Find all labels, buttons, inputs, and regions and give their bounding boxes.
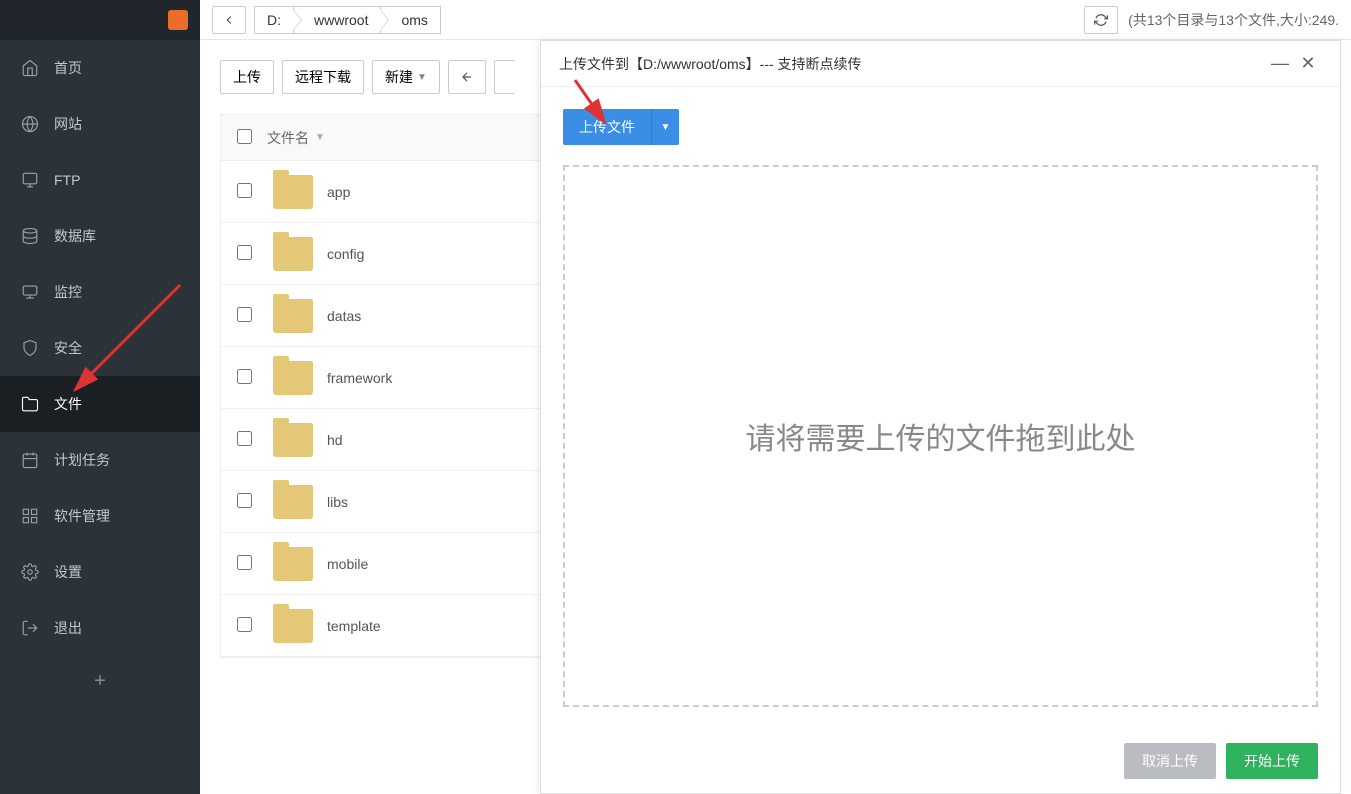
breadcrumb-segment[interactable]: oms bbox=[380, 6, 440, 34]
file-name: hd bbox=[327, 432, 343, 448]
file-name: config bbox=[327, 246, 364, 262]
modal-body: 上传文件 ▼ 请将需要上传的文件拖到此处 bbox=[541, 87, 1340, 729]
shield-icon bbox=[20, 338, 40, 358]
logo-icon bbox=[168, 10, 188, 30]
sidebar-item-label: 安全 bbox=[54, 338, 82, 358]
cancel-upload-button[interactable]: 取消上传 bbox=[1124, 743, 1216, 779]
drop-zone[interactable]: 请将需要上传的文件拖到此处 bbox=[563, 165, 1318, 707]
upload-button[interactable]: 上传 bbox=[220, 60, 274, 94]
sidebar-item-monitor[interactable]: 监控 bbox=[0, 264, 200, 320]
sidebar-item-label: 网站 bbox=[54, 114, 82, 134]
folder-icon bbox=[273, 485, 313, 519]
upload-file-button[interactable]: 上传文件 bbox=[563, 109, 651, 145]
database-icon bbox=[20, 226, 40, 246]
sidebar-item-home[interactable]: 首页 bbox=[0, 40, 200, 96]
sidebar-item-label: FTP bbox=[54, 172, 80, 188]
row-checkbox[interactable] bbox=[237, 555, 252, 570]
row-checkbox[interactable] bbox=[237, 617, 252, 632]
breadcrumb-bar: D:wwwrootoms (共13个目录与13个文件,大小:249. bbox=[200, 0, 1351, 40]
calendar-icon bbox=[20, 450, 40, 470]
minimize-button[interactable]: — bbox=[1266, 50, 1294, 78]
sidebar-item-label: 首页 bbox=[54, 58, 82, 78]
folder-icon bbox=[273, 299, 313, 333]
sidebar-item-globe[interactable]: 网站 bbox=[0, 96, 200, 152]
ftp-icon bbox=[20, 170, 40, 190]
toolbar-extra-button[interactable] bbox=[494, 60, 514, 94]
refresh-button[interactable] bbox=[1084, 6, 1118, 34]
sidebar-item-label: 设置 bbox=[54, 562, 82, 582]
row-checkbox[interactable] bbox=[237, 493, 252, 508]
sidebar-item-folder[interactable]: 文件 bbox=[0, 376, 200, 432]
monitor-icon bbox=[20, 282, 40, 302]
row-checkbox[interactable] bbox=[237, 431, 252, 446]
upload-modal: 上传文件到【D:/wwwroot/oms】--- 支持断点续传 — ✕ 上传文件… bbox=[540, 40, 1341, 794]
breadcrumb-status: (共13个目录与13个文件,大小:249. bbox=[1128, 10, 1339, 30]
sidebar-item-label: 文件 bbox=[54, 394, 82, 414]
folder-icon bbox=[273, 237, 313, 271]
close-button[interactable]: ✕ bbox=[1294, 50, 1322, 78]
sidebar-add-button[interactable]: + bbox=[0, 656, 200, 707]
sidebar-item-label: 退出 bbox=[54, 618, 82, 638]
breadcrumb-segment[interactable]: wwwroot bbox=[293, 6, 381, 34]
folder-icon bbox=[273, 361, 313, 395]
folder-icon bbox=[273, 547, 313, 581]
gear-icon bbox=[20, 562, 40, 582]
sidebar-item-label: 软件管理 bbox=[54, 506, 110, 526]
sidebar-item-label: 数据库 bbox=[54, 226, 96, 246]
row-checkbox[interactable] bbox=[237, 369, 252, 384]
folder-icon bbox=[273, 423, 313, 457]
folder-icon bbox=[20, 394, 40, 414]
exit-icon bbox=[20, 618, 40, 638]
new-menu-button[interactable]: 新建▼ bbox=[372, 60, 440, 94]
sidebar-item-database[interactable]: 数据库 bbox=[0, 208, 200, 264]
folder-icon bbox=[273, 175, 313, 209]
select-all-checkbox[interactable] bbox=[237, 129, 252, 144]
home-icon bbox=[20, 58, 40, 78]
globe-icon bbox=[20, 114, 40, 134]
toolbar-back-button[interactable] bbox=[448, 60, 486, 94]
modal-header: 上传文件到【D:/wwwroot/oms】--- 支持断点续传 — ✕ bbox=[541, 41, 1340, 87]
row-checkbox[interactable] bbox=[237, 245, 252, 260]
sidebar-item-shield[interactable]: 安全 bbox=[0, 320, 200, 376]
sidebar-header bbox=[0, 0, 200, 40]
sidebar-item-calendar[interactable]: 计划任务 bbox=[0, 432, 200, 488]
modal-footer: 取消上传 开始上传 bbox=[541, 729, 1340, 793]
row-checkbox[interactable] bbox=[237, 183, 252, 198]
modal-title: 上传文件到【D:/wwwroot/oms】--- 支持断点续传 bbox=[559, 54, 1266, 74]
breadcrumb-segment[interactable]: D: bbox=[254, 6, 294, 34]
file-name: app bbox=[327, 184, 350, 200]
file-name: template bbox=[327, 618, 381, 634]
file-name: libs bbox=[327, 494, 348, 510]
file-name: mobile bbox=[327, 556, 368, 572]
sidebar-item-apps[interactable]: 软件管理 bbox=[0, 488, 200, 544]
upload-file-dropdown[interactable]: ▼ bbox=[651, 109, 679, 145]
remote-download-button[interactable]: 远程下载 bbox=[282, 60, 364, 94]
sidebar-item-exit[interactable]: 退出 bbox=[0, 600, 200, 656]
sidebar-item-label: 计划任务 bbox=[54, 450, 110, 470]
apps-icon bbox=[20, 506, 40, 526]
sidebar-item-gear[interactable]: 设置 bbox=[0, 544, 200, 600]
start-upload-button[interactable]: 开始上传 bbox=[1226, 743, 1318, 779]
file-name: framework bbox=[327, 370, 392, 386]
sidebar-item-label: 监控 bbox=[54, 282, 82, 302]
breadcrumb-back-button[interactable] bbox=[212, 6, 246, 34]
sidebar: 首页网站 FTP 数据库监控安全文件计划任务软件管理设置退出 + bbox=[0, 0, 200, 794]
sidebar-item-ftp[interactable]: FTP bbox=[0, 152, 200, 208]
row-checkbox[interactable] bbox=[237, 307, 252, 322]
folder-icon bbox=[273, 609, 313, 643]
file-name: datas bbox=[327, 308, 361, 324]
